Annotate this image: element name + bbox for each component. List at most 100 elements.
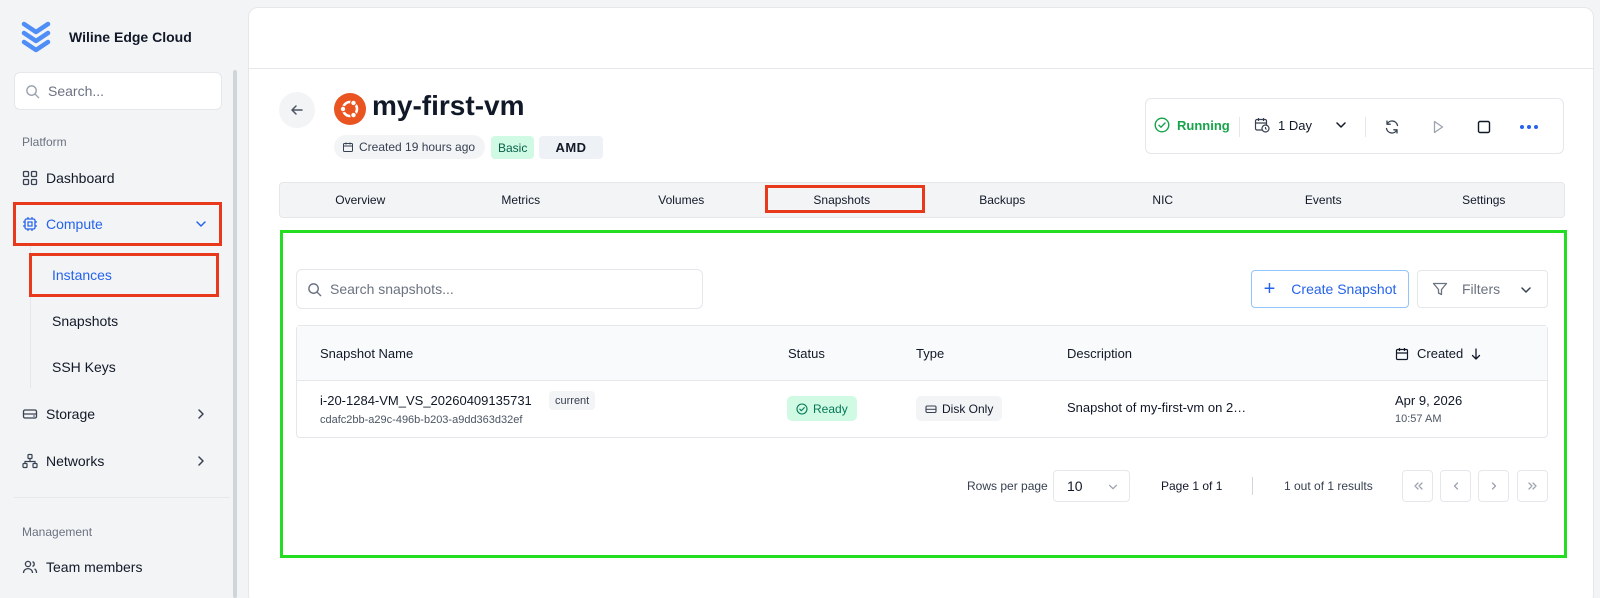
rows-per-page-value: 10: [1067, 478, 1083, 494]
status-indicator: Running: [1154, 117, 1230, 133]
snapshot-search[interactable]: [296, 269, 703, 309]
sidebar-item-networks[interactable]: Networks: [14, 441, 222, 481]
sidebar-item-dashboard[interactable]: Dashboard: [14, 158, 222, 198]
arrow-down-icon: [1472, 347, 1481, 360]
sidebar-subitem-label: SSH Keys: [52, 359, 116, 375]
snapshot-search-input[interactable]: [330, 281, 690, 297]
divider: [1252, 477, 1253, 495]
status-label: Ready: [813, 401, 848, 416]
refresh-button[interactable]: [1379, 114, 1405, 140]
create-snapshot-button[interactable]: + Create Snapshot: [1251, 270, 1409, 308]
sidebar-subitem-instances[interactable]: Instances: [30, 255, 218, 295]
snapshot-description: Snapshot of my-first-vm on 2…: [1067, 400, 1247, 415]
divider: [1365, 117, 1366, 137]
rows-per-page-label: Rows per page: [967, 479, 1048, 493]
check-circle-icon: [1154, 117, 1170, 133]
sidebar-subitem-snapshots[interactable]: Snapshots: [30, 301, 218, 341]
table-row[interactable]: i-20-1284-VM_VS_20260409135731 current c…: [297, 381, 1547, 438]
users-icon: [22, 560, 38, 574]
type-label: Disk Only: [942, 401, 994, 416]
chevron-right-icon: [198, 409, 204, 419]
sidebar-subitem-ssh-keys[interactable]: SSH Keys: [30, 347, 218, 387]
chevron-right-icon: [1491, 482, 1496, 490]
sidebar-item-label: Networks: [46, 453, 105, 469]
column-header-created[interactable]: Created: [1395, 346, 1481, 361]
sidebar-item-label: Team members: [46, 559, 143, 575]
plus-icon: +: [1263, 278, 1276, 300]
drive-icon: [22, 409, 38, 419]
play-icon: [1433, 120, 1444, 134]
stop-icon: [1477, 120, 1491, 134]
sidebar-item-compute[interactable]: Compute: [14, 204, 222, 244]
search-icon: [26, 84, 40, 98]
time-range-select[interactable]: 1 Day: [1254, 117, 1348, 133]
rows-per-page-select[interactable]: 10: [1053, 470, 1130, 502]
calendar-icon: [1395, 347, 1409, 360]
chevron-right-icon: [198, 456, 204, 466]
sidebar-scrollbar[interactable]: [233, 70, 237, 598]
check-circle-icon: [796, 402, 808, 415]
type-badge: Disk Only: [916, 396, 1003, 421]
chevron-down-icon: [1108, 484, 1118, 490]
sidebar-subitem-label: Instances: [52, 267, 112, 283]
filters-button[interactable]: Filters: [1417, 270, 1548, 308]
tab-events[interactable]: Events: [1243, 183, 1404, 217]
topbar-divider: [248, 68, 1594, 69]
sidebar-item-storage[interactable]: Storage: [14, 394, 222, 434]
column-header-status: Status: [788, 346, 825, 361]
tab-settings[interactable]: Settings: [1404, 183, 1565, 217]
sidebar-search-input[interactable]: [48, 83, 208, 99]
table-header: Snapshot Name Status Type Description Cr…: [297, 326, 1547, 381]
tab-backups[interactable]: Backups: [922, 183, 1083, 217]
chevron-down-icon: [196, 221, 206, 227]
start-button[interactable]: [1425, 114, 1451, 140]
create-snapshot-label: Create Snapshot: [1291, 281, 1397, 297]
refresh-icon: [1385, 120, 1399, 134]
sidebar-item-label: Dashboard: [46, 170, 115, 186]
sidebar-item-label: Compute: [46, 216, 103, 232]
vm-actions-bar: Running 1 Day: [1145, 98, 1564, 154]
search-icon: [308, 282, 322, 296]
status-badge: Ready: [787, 396, 857, 421]
sidebar-item-team-members[interactable]: Team members: [14, 547, 222, 587]
column-header-name: Snapshot Name: [320, 346, 414, 361]
section-label-platform: Platform: [22, 135, 67, 149]
chevrons-right-icon: [1527, 482, 1537, 490]
column-header-type: Type: [916, 346, 945, 361]
network-icon: [22, 453, 38, 469]
tab-nic[interactable]: NIC: [1083, 183, 1244, 217]
page-title: my-first-vm: [372, 90, 525, 121]
created-time: 10:57 AM: [1395, 413, 1442, 425]
filters-label: Filters: [1462, 281, 1501, 297]
section-label-management: Management: [22, 525, 93, 539]
sidebar-subitem-label: Snapshots: [52, 313, 119, 329]
stop-button[interactable]: [1471, 114, 1497, 140]
tab-overview[interactable]: Overview: [280, 183, 441, 217]
time-range-label: 1 Day: [1278, 117, 1312, 133]
last-page-button[interactable]: [1517, 470, 1548, 502]
current-badge: current: [549, 391, 596, 410]
chevrons-left-icon: [1413, 482, 1423, 490]
first-page-button[interactable]: [1402, 470, 1433, 502]
brand[interactable]: Wiline Edge Cloud: [20, 20, 192, 54]
brand-logo-icon: [21, 21, 51, 53]
status-text: Running: [1177, 117, 1230, 133]
column-header-description: Description: [1067, 346, 1133, 361]
sidebar-search[interactable]: [14, 72, 222, 110]
tab-snapshots[interactable]: Snapshots: [762, 183, 923, 217]
sidebar: Wiline Edge Cloud Platform Dashboard Com…: [0, 0, 238, 598]
created-chip: Created 19 hours ago: [334, 135, 486, 159]
back-button[interactable]: [279, 92, 315, 128]
cpu-icon: [23, 217, 37, 231]
ubuntu-icon: [334, 93, 366, 125]
tab-volumes[interactable]: Volumes: [601, 183, 762, 217]
next-page-button[interactable]: [1478, 470, 1509, 502]
snapshot-id: cdafc2bb-a29c-496b-b203-a9dd363d32ef: [320, 414, 523, 426]
previous-page-button[interactable]: [1440, 470, 1471, 502]
snapshot-name: i-20-1284-VM_VS_20260409135731: [320, 393, 532, 408]
tab-bar: Overview Metrics Volumes Snapshots Backu…: [279, 182, 1565, 218]
column-header-created-label: Created: [1417, 346, 1464, 361]
divider: [1239, 117, 1240, 137]
tab-metrics[interactable]: Metrics: [441, 183, 602, 217]
more-actions-button[interactable]: [1516, 114, 1542, 140]
